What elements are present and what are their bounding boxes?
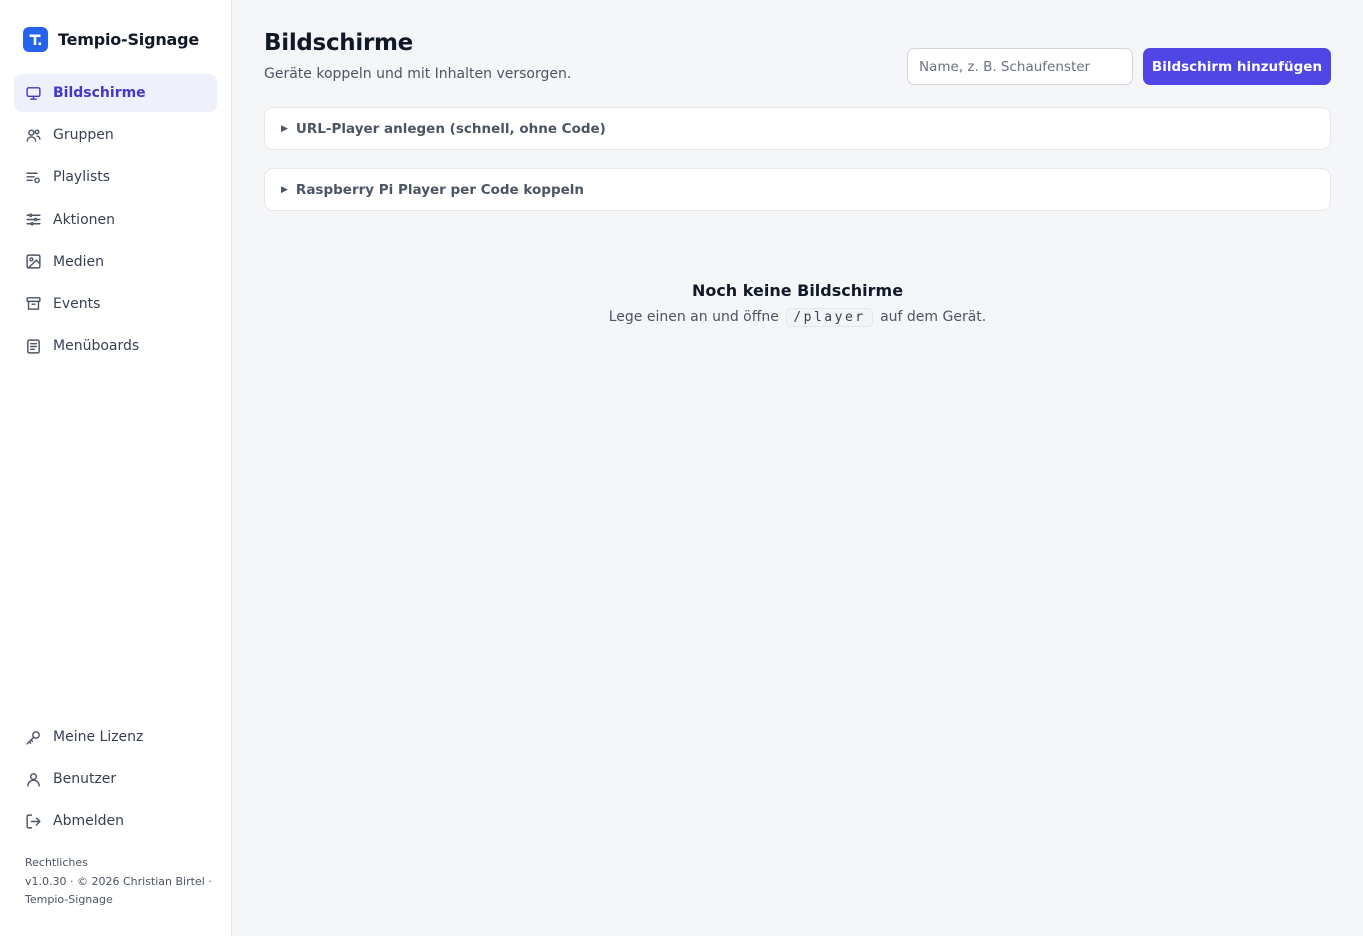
sidebar-item-label: Aktionen xyxy=(53,211,115,228)
sidebar-item-label: Gruppen xyxy=(53,127,114,144)
sidebar-item-meine-lizenz[interactable]: Meine Lizenz xyxy=(14,718,217,756)
sidebar-item-playlists[interactable]: Playlists xyxy=(14,158,217,196)
sidebar-item-label: Menüboards xyxy=(53,338,140,355)
sidebar-item-bildschirme[interactable]: Bildschirme xyxy=(14,74,217,112)
sidebar-item-gruppen[interactable]: Gruppen xyxy=(14,116,217,154)
url-player-section[interactable]: ▶ URL-Player anlegen (schnell, ohne Code… xyxy=(264,107,1331,150)
sidebar-item-label: Events xyxy=(53,295,101,312)
screen-name-input[interactable] xyxy=(907,48,1133,85)
version-info: v1.0.30 · © 2026 Christian Birtel · xyxy=(25,874,212,888)
key-icon xyxy=(26,730,40,745)
page-title: Bildschirme xyxy=(264,30,413,56)
empty-state-title: Noch keine Bildschirme xyxy=(691,281,904,300)
sidebar-item-benutzer[interactable]: Benutzer xyxy=(14,760,217,798)
tempio-logo-icon xyxy=(23,27,48,52)
image-icon xyxy=(26,254,41,269)
empty-state-text-after: auf dem Gerät. xyxy=(880,309,987,325)
sidebar-item-label: Playlists xyxy=(53,169,111,186)
section-label: Raspberry Pi Player per Code koppeln xyxy=(295,181,585,198)
archive-icon xyxy=(26,297,41,311)
sidebar-item-label: Bildschirme xyxy=(53,85,146,101)
expand-triangle-icon: ▶ xyxy=(281,123,288,134)
users-icon xyxy=(26,129,41,142)
sidebar-item-label: Meine Lizenz xyxy=(53,729,144,745)
player-path-code: /player xyxy=(786,308,873,327)
sliders-icon xyxy=(26,213,41,226)
section-label: URL-Player anlegen (schnell, ohne Code) xyxy=(295,120,606,137)
expand-triangle-icon: ▶ xyxy=(281,184,288,195)
footer-product-name: Tempio-Signage xyxy=(25,893,113,906)
empty-state-text: Lege einen an und öffne /player auf dem … xyxy=(264,308,1331,327)
sidebar: Tempio-Signage Bildschirme Gruppen Playl… xyxy=(0,0,232,936)
sidebar-item-label: Medien xyxy=(53,253,104,270)
legal-link[interactable]: Rechtliches xyxy=(25,854,215,873)
user-icon xyxy=(27,772,40,787)
logout-icon xyxy=(26,814,41,829)
app-name: Tempio-Signage xyxy=(58,30,200,49)
empty-state-text-before: Lege einen an und öffne xyxy=(608,309,779,325)
playlist-icon xyxy=(26,172,40,184)
sidebar-item-aktionen[interactable]: Aktionen xyxy=(14,201,217,239)
sidebar-item-label: Abmelden xyxy=(53,813,124,830)
sidebar-footer: Rechtliches v1.0.30 · © 2026 Christian B… xyxy=(25,854,215,910)
sidebar-nav: Bildschirme Gruppen Playlists Aktionen M… xyxy=(14,74,217,369)
sidebar-item-abmelden[interactable]: Abmelden xyxy=(14,802,217,840)
document-icon xyxy=(27,339,40,354)
sidebar-bottom-nav: Meine Lizenz Benutzer Abmelden xyxy=(14,718,217,845)
sidebar-item-medien[interactable]: Medien xyxy=(14,243,217,281)
sidebar-item-menueboards[interactable]: Menüboards xyxy=(14,327,217,365)
brand[interactable]: Tempio-Signage xyxy=(23,27,199,52)
page-subtitle: Geräte koppeln und mit Inhalten versorge… xyxy=(264,66,572,82)
sidebar-item-events[interactable]: Events xyxy=(14,285,217,323)
sidebar-item-label: Benutzer xyxy=(53,771,117,788)
monitor-icon xyxy=(26,86,41,100)
raspberry-pi-section[interactable]: ▶ Raspberry Pi Player per Code koppeln xyxy=(264,168,1331,211)
add-screen-button[interactable]: Bildschirm hinzufügen xyxy=(1143,48,1331,85)
